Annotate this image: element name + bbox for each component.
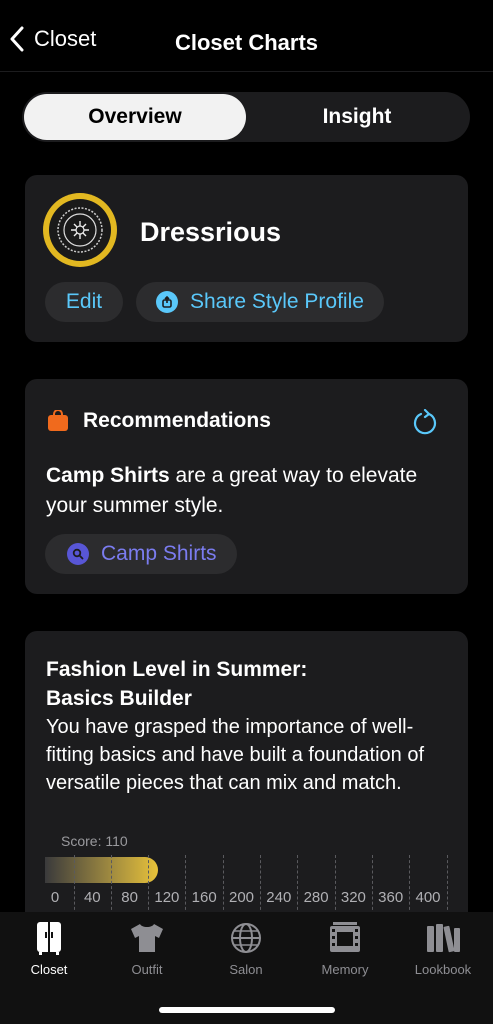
recommendations-card: Recommendations Camp Shirts are a great …: [25, 379, 468, 594]
globe-icon: [231, 923, 261, 953]
share-icon: [156, 291, 178, 313]
tab-salon[interactable]: Salon: [197, 920, 295, 977]
score-gridline: [446, 855, 448, 915]
avatar[interactable]: [43, 193, 117, 267]
score-gridline: [185, 855, 187, 915]
score-tick-label: 360: [378, 889, 404, 906]
tshirt-icon: [131, 924, 163, 952]
score-gridline: [297, 855, 299, 915]
score-gauge-fill: [45, 857, 158, 883]
score-gridline: [334, 855, 336, 915]
profile-card: Dressrious Edit Share Style Profile: [25, 175, 468, 342]
score-gauge: [45, 855, 448, 915]
score-tick-label: 240: [266, 889, 292, 906]
tab-insight[interactable]: Insight: [246, 94, 468, 140]
camp-shirts-chip[interactable]: Camp Shirts: [45, 534, 237, 574]
tab-outfit-label: Outfit: [131, 962, 163, 977]
fashion-level-description: You have grasped the importance of well-…: [46, 716, 425, 794]
tab-lookbook-label: Lookbook: [414, 962, 472, 977]
score-tick-label: 120: [154, 889, 180, 906]
tab-closet[interactable]: Closet: [0, 920, 98, 977]
profile-name: Dressrious: [140, 217, 282, 247]
fashion-level-title-line2: Basics Builder: [46, 687, 192, 710]
navigation-bar: Closet Closet Charts: [0, 0, 493, 72]
score-gridline: [409, 855, 411, 915]
camp-shirts-chip-label: Camp Shirts: [101, 542, 217, 565]
tab-overview[interactable]: Overview: [24, 94, 246, 140]
score-gridline: [222, 855, 224, 915]
score-tick-label: 280: [303, 889, 329, 906]
tab-memory[interactable]: Memory: [296, 920, 394, 977]
shopping-bag-icon: [48, 410, 68, 431]
tab-lookbook[interactable]: Lookbook: [394, 920, 492, 977]
score-gridline: [73, 855, 75, 915]
score-gridline: [371, 855, 373, 915]
edit-button[interactable]: Edit: [45, 282, 123, 322]
score-tick-label: 40: [83, 889, 101, 906]
tab-memory-label: Memory: [321, 962, 369, 977]
segmented-control: Overview Insight: [22, 92, 470, 142]
fashion-level-title-line1: Fashion Level in Summer:: [46, 658, 308, 681]
score-tick-label: 80: [121, 889, 138, 906]
score-tick-label: 200: [228, 889, 255, 906]
score-label: Score: 110: [61, 833, 128, 849]
page-title: Closet Charts: [174, 30, 319, 55]
score-tick-label: 400: [415, 889, 441, 906]
score-gridline: [148, 855, 150, 915]
home-indicator: [159, 1007, 335, 1013]
score-tick-label: 0: [50, 889, 60, 906]
recommendations-title: Recommendations: [83, 409, 271, 432]
logo-emblem-icon: [57, 207, 103, 253]
fashion-level-title: Fashion Level in Summer: Basics Builder: [46, 655, 307, 713]
fashion-level-card: Fashion Level in Summer: Basics Builder …: [25, 631, 468, 931]
recommendation-highlight: Camp Shirts: [46, 464, 170, 487]
books-icon: [427, 924, 460, 953]
wardrobe-icon: [37, 922, 61, 955]
share-style-profile-button[interactable]: Share Style Profile: [136, 282, 384, 322]
score-gridline: [260, 855, 261, 915]
edit-button-label: Edit: [65, 290, 103, 313]
tab-outfit[interactable]: Outfit: [98, 920, 196, 977]
search-icon: [67, 543, 89, 565]
share-button-label: Share Style Profile: [190, 290, 364, 313]
recommendation-text: Camp Shirts are a great way to elevate y…: [46, 461, 446, 521]
refresh-icon[interactable]: [412, 409, 438, 435]
score-tick-label: 160: [191, 889, 217, 906]
film-icon: [330, 922, 360, 952]
score-tick-label: 320: [340, 889, 366, 906]
tab-closet-label: Closet: [30, 962, 68, 977]
score-gridline: [110, 855, 112, 915]
tab-salon-label: Salon: [229, 962, 263, 977]
